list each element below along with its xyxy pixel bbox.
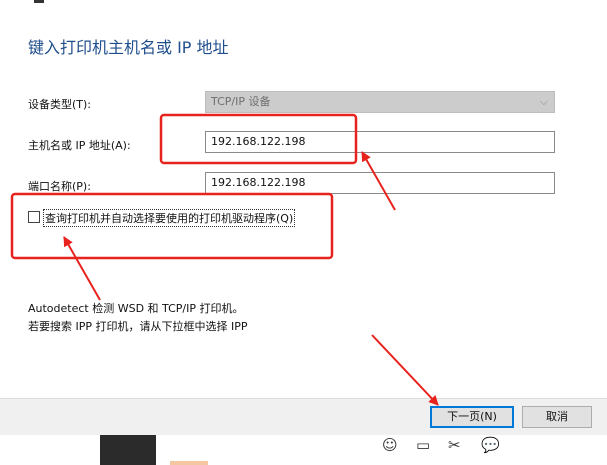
device-type-value: TCP/IP 设备: [211, 95, 271, 108]
host-label: 主机名或 IP 地址(A):: [28, 139, 131, 152]
port-label: 端口名称(P):: [28, 180, 91, 193]
annotation-overlay: [10, 113, 439, 406]
folder-icon[interactable]: ▭: [416, 436, 430, 454]
host-input[interactable]: 192.168.122.198: [205, 131, 555, 153]
dialog-footer: [0, 398, 607, 436]
cancel-button[interactable]: 取消: [522, 406, 592, 428]
query-printer-checkbox[interactable]: [28, 211, 40, 223]
background-dark-panel: [100, 435, 156, 465]
port-name-input[interactable]: 192.168.122.198: [205, 172, 555, 194]
checkbox-highlight-box: [10, 192, 334, 260]
page-title: 键入打印机主机名或 IP 地址: [28, 38, 229, 57]
next-button[interactable]: 下一页(N): [430, 406, 514, 428]
device-type-select: TCP/IP 设备 ⌵: [205, 91, 555, 113]
background-app-area: [0, 435, 607, 465]
checkbox-arrow: [63, 236, 101, 301]
chat-bubble-icon[interactable]: 💬: [481, 436, 500, 454]
hint-line-2: 若要搜索 IPP 打印机，请从下拉框中选择 IPP: [28, 320, 248, 333]
hint-line-1: Autodetect 检测 WSD 和 TCP/IP 打印机。: [28, 302, 244, 315]
next-button-arrow: [371, 334, 439, 406]
background-orange-strip: [170, 461, 208, 465]
host-input-value: 192.168.122.198: [211, 135, 306, 148]
scissors-icon[interactable]: ✂: [448, 436, 461, 454]
device-type-label: 设备类型(T):: [28, 98, 92, 111]
emoji-icon[interactable]: ☺: [382, 436, 398, 454]
window-edge-fragment: [34, 0, 44, 3]
chevron-down-icon: ⌵: [539, 95, 548, 108]
port-name-value: 192.168.122.198: [211, 176, 306, 189]
query-printer-label[interactable]: 查询打印机并自动选择要使用的打印机驱动程序(Q): [42, 209, 296, 227]
